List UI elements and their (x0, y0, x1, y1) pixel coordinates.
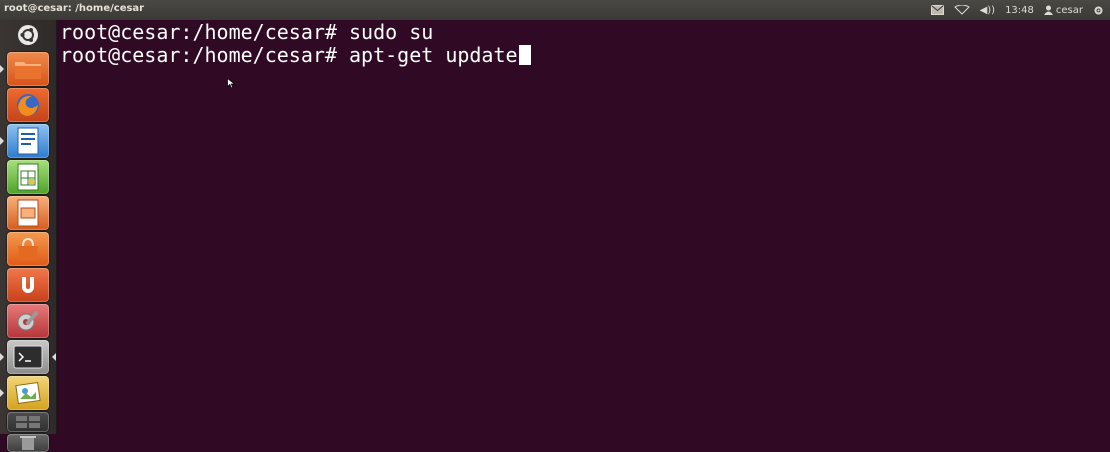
launcher-item-files[interactable] (7, 52, 49, 86)
firefox-icon (17, 94, 39, 116)
volume-indicator[interactable]: ◀)) (980, 5, 996, 16)
running-indicator (0, 65, 4, 73)
terminal-icon (13, 345, 43, 369)
photos-icon (15, 381, 41, 405)
indicator-area: ◀)) 13:48 cesar (930, 2, 1104, 18)
clock[interactable]: 13:48 (1005, 5, 1034, 16)
running-indicator (0, 389, 4, 397)
ubuntu-logo-icon (18, 25, 38, 45)
terminal-line-current: root@cesar:/home/cesar# apt-get update (60, 44, 1110, 67)
user-name: cesar (1055, 4, 1083, 16)
launcher-item-workspaces[interactable] (7, 412, 49, 432)
launcher-item-dash-home[interactable] (7, 22, 49, 48)
text-cursor (518, 45, 531, 65)
terminal-line: root@cesar:/home/cesar# sudo su (60, 20, 434, 44)
launcher-item-calc[interactable] (7, 160, 49, 194)
envelope-icon[interactable] (930, 5, 944, 15)
launcher-item-settings[interactable] (7, 304, 49, 338)
ubuntu-one-icon (22, 277, 34, 293)
settings-icon (17, 310, 39, 331)
launcher-item-trash[interactable] (7, 434, 49, 452)
launcher-item-writer[interactable] (7, 124, 49, 158)
top-panel: root@cesar: /home/cesar ◀)) 13:48 cesar (0, 0, 1110, 20)
window-title: root@cesar: /home/cesar (4, 3, 145, 14)
folder-icon (15, 62, 41, 79)
person-icon (1043, 5, 1053, 15)
launcher-item-ubuntu-one[interactable] (7, 268, 49, 302)
gear-icon[interactable] (1093, 5, 1104, 16)
running-indicator (0, 137, 4, 145)
trash-icon (20, 436, 36, 450)
mouse-pointer-icon (227, 78, 236, 89)
spreadsheet-icon (17, 163, 39, 191)
shopping-bag-icon (18, 237, 38, 260)
wifi-icon[interactable] (953, 5, 970, 15)
launcher-item-terminal[interactable] (7, 340, 49, 374)
command-line: root@cesar:/home/cesar# apt-get update (60, 43, 518, 67)
unity-launcher (0, 20, 57, 452)
launcher-item-impress[interactable] (7, 196, 49, 230)
terminal-output[interactable]: root@cesar:/home/cesar# sudo su root@ces… (60, 21, 1110, 434)
launcher-item-image-viewer[interactable] (7, 376, 49, 410)
user-menu[interactable]: cesar (1043, 4, 1083, 16)
running-indicator (0, 353, 4, 361)
volume-icon: ◀)) (979, 4, 996, 16)
document-icon (17, 127, 39, 155)
workspace-switcher-icon (16, 416, 40, 428)
focused-indicator (52, 353, 56, 361)
launcher-item-firefox[interactable] (7, 88, 49, 122)
launcher-item-software-center[interactable] (7, 232, 49, 266)
presentation-icon (17, 199, 39, 227)
